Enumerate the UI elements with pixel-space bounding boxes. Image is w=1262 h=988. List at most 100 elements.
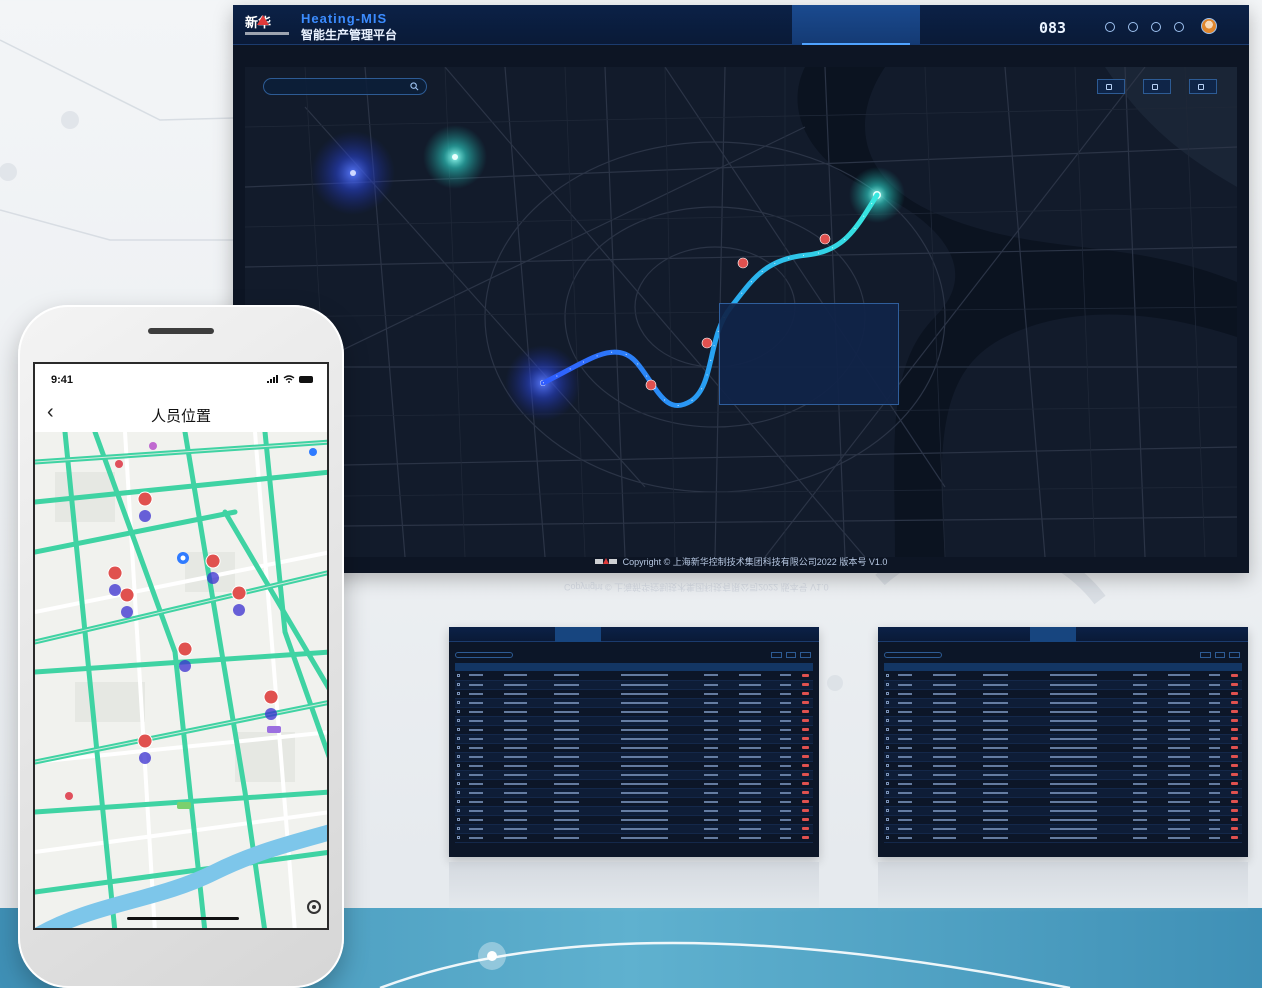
signal-icon [267, 375, 278, 383]
mini-table-row [884, 671, 1242, 681]
top-nav [408, 5, 1048, 45]
mini-search-input [455, 652, 513, 658]
nav-tab-1[interactable] [408, 5, 536, 45]
dashboard-header: 新华 Heating-MIS 智能生产管理平台 083 [233, 5, 1249, 45]
mini-table-row [455, 824, 813, 834]
home-indicator [127, 917, 239, 920]
phone-map[interactable] [35, 432, 329, 930]
notification-icon[interactable] [1105, 22, 1115, 32]
mini-table-row [884, 788, 1242, 798]
phone-speaker [148, 328, 214, 334]
battery-icon [299, 376, 313, 383]
status-time: 9:41 [51, 374, 74, 386]
nav-tab-2[interactable] [536, 5, 664, 45]
dashboard-reflection: Copyright © 上海新华控制技术集团科技有限公司2022 版本号 V1.… [564, 582, 829, 592]
mini-table-header [455, 663, 813, 671]
mini-table-row [884, 761, 1242, 771]
sub-tabs [411, 46, 427, 53]
edit-icon [1152, 83, 1158, 90]
mini-toolbar [771, 652, 812, 658]
mini-table-row [455, 743, 813, 753]
copyright-text: Copyright © 上海新华控制技术集团科技有限公司2022 版本号 V1.… [622, 556, 888, 567]
company-logo: 新华 [245, 15, 289, 35]
mini-table-row [455, 698, 813, 708]
map-button-2[interactable] [1143, 79, 1171, 94]
mini-table-row [884, 698, 1242, 708]
mini-table-row [455, 779, 813, 789]
counter-value: 083 [1039, 19, 1067, 37]
nav-tab-4-active[interactable] [792, 5, 920, 45]
map-panel[interactable] [245, 67, 1237, 557]
wifi-icon [283, 375, 295, 383]
nav-bar: ‹ 人员位置 [35, 398, 327, 430]
table-screenshot-2 [878, 627, 1248, 857]
tooltip-row [730, 312, 888, 334]
street-map[interactable] [35, 432, 329, 930]
mini-table-row [455, 761, 813, 771]
nav-tab-5[interactable] [920, 5, 1048, 45]
power-icon[interactable] [1174, 22, 1184, 32]
mini-table-row [455, 707, 813, 717]
add-icon [1198, 83, 1204, 90]
route-tooltip [719, 303, 899, 405]
brand-chinese: 智能生产管理平台 [301, 28, 398, 42]
mini-search-input [884, 652, 942, 658]
dashboard-window: 新华 Heating-MIS 智能生产管理平台 083 Copyright © … [233, 5, 1249, 573]
smartphone: 9:41 ‹ 人员位置 [18, 305, 344, 988]
mini-table-row [455, 788, 813, 798]
map-button-3[interactable] [1189, 79, 1217, 94]
mini-table-row [455, 725, 813, 735]
map-search-input[interactable] [263, 78, 427, 95]
mini-table-row [455, 671, 813, 681]
mini-table-row [884, 743, 1242, 753]
table-screenshot-1 [449, 627, 819, 857]
mini-table-row [455, 734, 813, 744]
tooltip-row [730, 378, 888, 400]
map-button-1[interactable] [1097, 79, 1125, 94]
mini-table-row [884, 680, 1242, 690]
online-counter: 083 [1039, 19, 1066, 37]
settings-icon[interactable] [1128, 22, 1138, 32]
mini-header [878, 627, 1248, 642]
mini-table-row [884, 779, 1242, 789]
mini-table-row [455, 716, 813, 726]
mini-table-row [884, 734, 1242, 744]
mini-table-row [884, 824, 1242, 834]
mini-nav [509, 627, 785, 642]
phone-screen: 9:41 ‹ 人员位置 [33, 362, 329, 930]
mini-table-row [884, 833, 1242, 843]
mini-table-row [455, 752, 813, 762]
tooltip-row [730, 356, 888, 378]
brand-english: Heating-MIS [301, 11, 388, 26]
mini-table-row [455, 770, 813, 780]
mini-data-table [884, 663, 1242, 843]
mini-table-row [884, 716, 1242, 726]
header-icons [1105, 22, 1184, 32]
mini-table-row [455, 833, 813, 843]
dashboard-footer: Copyright © 上海新华控制技术集团科技有限公司2022 版本号 V1.… [233, 552, 1249, 570]
nav-tab-3[interactable] [664, 5, 792, 45]
mini-table-row [884, 770, 1242, 780]
mini-table-row [884, 752, 1242, 762]
mini-table-row [884, 815, 1242, 825]
history-icon [1106, 83, 1112, 90]
fullscreen-icon[interactable] [1151, 22, 1161, 32]
user-avatar[interactable] [1201, 18, 1217, 34]
mini-table-row [455, 680, 813, 690]
table-reflection [449, 862, 819, 912]
mini-table-header [884, 663, 1242, 671]
mini-header [449, 627, 819, 642]
locate-icon[interactable] [307, 900, 321, 914]
mini-toolbar [1200, 652, 1241, 658]
mini-table-row [884, 725, 1242, 735]
mini-table-row [884, 689, 1242, 699]
mini-table-row [884, 806, 1242, 816]
page-title: 人员位置 [150, 408, 211, 425]
tooltip-row-highlight [730, 334, 888, 356]
search-icon[interactable] [410, 82, 419, 91]
status-icons [267, 375, 313, 383]
mini-table-row [884, 707, 1242, 717]
mini-table-row [455, 797, 813, 807]
mini-table-row [884, 797, 1242, 807]
status-bar: 9:41 [35, 364, 327, 398]
